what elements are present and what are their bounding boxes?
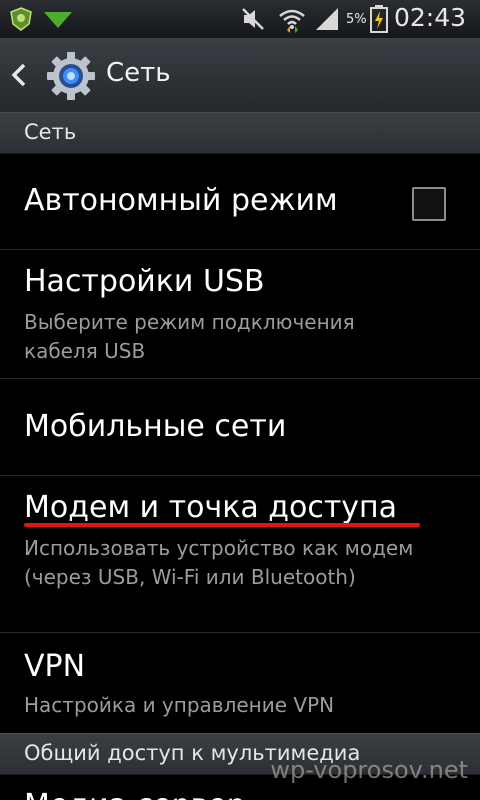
- list-item-tethering-hotspot[interactable]: Модем и точка доступа Использовать устро…: [0, 476, 480, 632]
- watermark: wp-voprosov.net: [270, 756, 468, 784]
- highlight-underline: [24, 523, 420, 527]
- item-title: Модем и точка доступа: [24, 490, 398, 525]
- section-header-network: Сеть: [0, 112, 480, 154]
- item-title: Автономный режим: [24, 183, 338, 218]
- section-label: Сеть: [24, 120, 77, 144]
- settings-gear-icon[interactable]: [46, 51, 96, 101]
- app-shield-icon: [10, 7, 32, 31]
- list-item-airplane-mode[interactable]: Автономный режим: [0, 153, 480, 249]
- wifi-icon: [279, 9, 305, 33]
- mute-icon: [242, 8, 264, 30]
- battery-percent: 5%: [346, 12, 367, 27]
- airplane-mode-checkbox[interactable]: [412, 187, 446, 221]
- battery-charging-icon: [370, 5, 388, 33]
- item-subtitle: Использовать устройство как модем (через…: [24, 536, 414, 589]
- list-item-mobile-networks[interactable]: Мобильные сети: [0, 379, 480, 475]
- page-title: Сеть: [106, 58, 171, 88]
- chevron-left-icon[interactable]: [10, 62, 28, 88]
- status-bar: 5% 02:43: [0, 0, 480, 38]
- action-bar: Сеть: [0, 38, 480, 113]
- item-subtitle: Выберите режим подключения кабеля USB: [24, 310, 355, 363]
- download-arrow-icon: [44, 12, 72, 28]
- list-item-usb-settings[interactable]: Настройки USB Выберите режим подключения…: [0, 250, 480, 378]
- list-item-vpn[interactable]: VPN Настройка и управление VPN: [0, 633, 480, 733]
- item-title: Медиа сервер: [24, 788, 246, 800]
- item-title: Мобильные сети: [24, 409, 287, 444]
- signal-icon: [316, 8, 338, 30]
- item-title: VPN: [24, 649, 86, 684]
- item-subtitle: Настройка и управление VPN: [24, 693, 335, 717]
- clock: 02:43: [393, 3, 466, 32]
- item-title: Настройки USB: [24, 264, 265, 299]
